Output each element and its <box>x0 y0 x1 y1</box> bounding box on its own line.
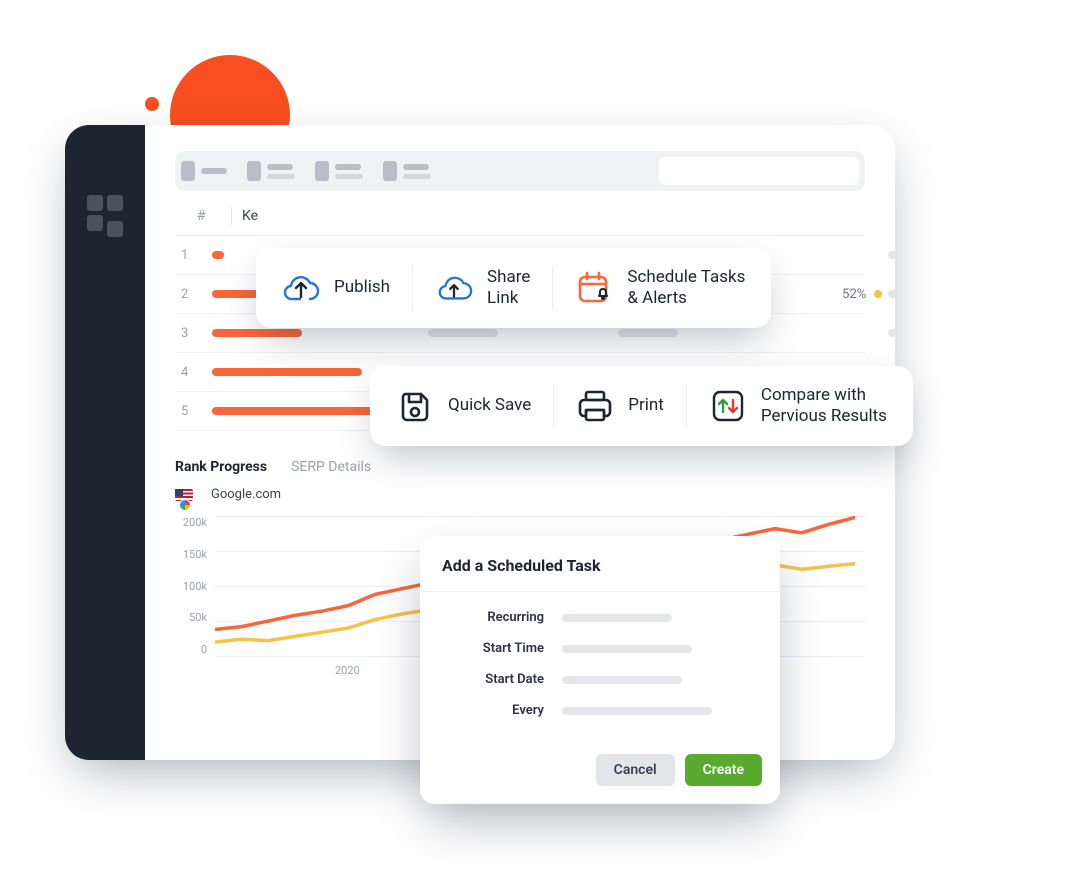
form-label: Every <box>442 703 562 718</box>
compare-button[interactable]: Compare with Pervious Results <box>709 385 887 428</box>
schedule-button[interactable]: Schedule Tasks & Alerts <box>575 267 745 310</box>
google-icon <box>179 499 191 511</box>
action-card-top: Publish Share Link Schedule Tasks & Aler… <box>256 248 771 328</box>
col-keyword: Ke <box>242 208 258 224</box>
modal-title: Add a Scheduled Task <box>420 536 780 592</box>
decorative-circle-small <box>145 97 159 111</box>
toolbar-placeholder <box>175 151 865 191</box>
chart-tabs: Rank Progress SERP Details <box>175 459 865 475</box>
chart-source-label: Google.com <box>211 487 281 502</box>
cloud-share-icon <box>435 269 473 307</box>
cloud-upload-icon <box>282 269 320 307</box>
form-label: Recurring <box>442 610 562 625</box>
share-link-button[interactable]: Share Link <box>435 267 530 310</box>
form-label: Start Date <box>442 672 562 687</box>
form-field-placeholder[interactable] <box>562 645 692 653</box>
form-label: Start Time <box>442 641 562 656</box>
schedule-label: Schedule Tasks & Alerts <box>627 267 745 310</box>
create-button[interactable]: Create <box>685 754 762 786</box>
compare-label: Compare with Pervious Results <box>761 385 887 428</box>
sidebar <box>65 125 145 760</box>
form-field-placeholder[interactable] <box>562 614 672 622</box>
cancel-button[interactable]: Cancel <box>596 754 675 786</box>
calendar-bell-icon <box>575 269 613 307</box>
tab-rank-progress[interactable]: Rank Progress <box>175 459 267 475</box>
action-card-bottom: Quick Save Print Compare with Pervious R… <box>370 366 913 446</box>
printer-icon <box>576 387 614 425</box>
col-index: # <box>181 208 221 224</box>
chart-source: Google.com <box>175 487 865 502</box>
search-placeholder[interactable] <box>659 157 859 185</box>
row-index: 3 <box>181 326 188 341</box>
compare-icon <box>709 387 747 425</box>
scheduled-task-modal: Add a Scheduled Task Recurring Start Time… <box>420 536 780 804</box>
row-index: 2 <box>181 287 188 302</box>
form-field-placeholder[interactable] <box>562 676 682 684</box>
dashboard-icon[interactable] <box>87 195 123 231</box>
row-percent: 52% <box>808 287 888 302</box>
floppy-icon <box>396 387 434 425</box>
row-index: 1 <box>181 248 188 263</box>
form-field-placeholder[interactable] <box>562 707 712 715</box>
tab-serp-details[interactable]: SERP Details <box>291 459 371 475</box>
print-button[interactable]: Print <box>576 387 664 425</box>
quick-save-button[interactable]: Quick Save <box>396 387 531 425</box>
share-link-label: Share Link <box>487 267 530 310</box>
publish-button[interactable]: Publish <box>282 269 390 307</box>
row-index: 4 <box>181 365 188 380</box>
table-header: # Ke <box>175 191 865 236</box>
row-index: 5 <box>181 404 188 419</box>
